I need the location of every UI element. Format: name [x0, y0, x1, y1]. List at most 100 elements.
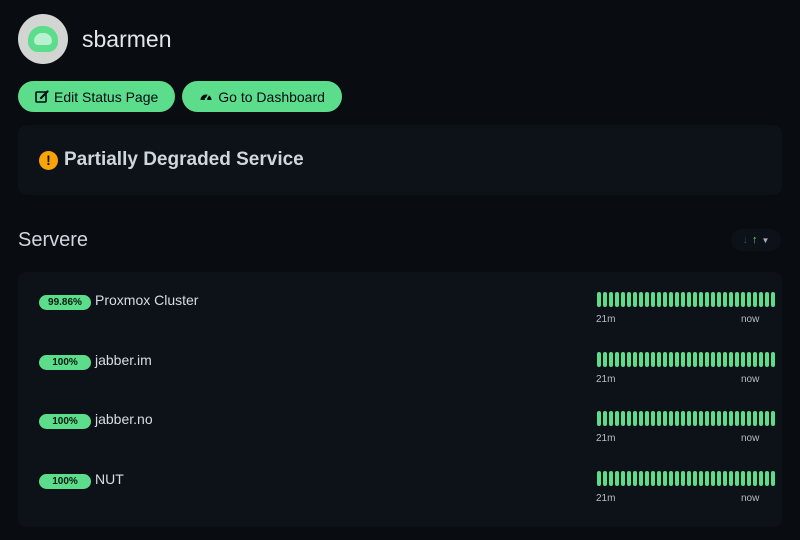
heartbeat-beat[interactable]: [705, 411, 709, 426]
heartbeat-beat[interactable]: [711, 411, 715, 426]
heartbeat-beat[interactable]: [615, 471, 619, 486]
heartbeat-beat[interactable]: [657, 292, 661, 307]
heartbeat-beat[interactable]: [723, 352, 727, 367]
heartbeat-beat[interactable]: [651, 292, 655, 307]
heartbeat-beat[interactable]: [729, 411, 733, 426]
heartbeat-beat[interactable]: [723, 471, 727, 486]
heartbeat-beat[interactable]: [693, 471, 697, 486]
heartbeat-beat[interactable]: [699, 292, 703, 307]
heartbeat-beat[interactable]: [747, 411, 751, 426]
heartbeat-beat[interactable]: [741, 352, 745, 367]
heartbeat-beat[interactable]: [675, 352, 679, 367]
heartbeat-beat[interactable]: [597, 292, 601, 307]
heartbeat-beat[interactable]: [621, 292, 625, 307]
heartbeat-beat[interactable]: [615, 411, 619, 426]
heartbeat-beat[interactable]: [639, 292, 643, 307]
heartbeat-beat[interactable]: [663, 292, 667, 307]
heartbeat-beat[interactable]: [699, 411, 703, 426]
heartbeat-beat[interactable]: [681, 352, 685, 367]
sort-dropdown-button[interactable]: ↓ ↑ ▼: [731, 229, 781, 251]
heartbeat-beat[interactable]: [639, 471, 643, 486]
heartbeat-beat[interactable]: [747, 292, 751, 307]
heartbeat-beat[interactable]: [687, 292, 691, 307]
heartbeat-beat[interactable]: [765, 411, 769, 426]
heartbeat-beat[interactable]: [753, 292, 757, 307]
heartbeat-beat[interactable]: [657, 471, 661, 486]
heartbeat-beat[interactable]: [765, 292, 769, 307]
heartbeat-beat[interactable]: [699, 471, 703, 486]
monitor-name[interactable]: NUT: [95, 471, 124, 487]
heartbeat-beat[interactable]: [735, 411, 739, 426]
heartbeat-beat[interactable]: [699, 352, 703, 367]
heartbeat-beat[interactable]: [729, 292, 733, 307]
heartbeat-beat[interactable]: [729, 352, 733, 367]
heartbeat-beat[interactable]: [669, 411, 673, 426]
heartbeat-beat[interactable]: [717, 292, 721, 307]
heartbeat-beat[interactable]: [645, 471, 649, 486]
heartbeat-beat[interactable]: [771, 352, 775, 367]
heartbeat-beat[interactable]: [597, 471, 601, 486]
go-to-dashboard-button[interactable]: Go to Dashboard: [182, 81, 342, 112]
heartbeat-beat[interactable]: [687, 352, 691, 367]
monitor-row[interactable]: 100% NUT 21m now: [18, 471, 782, 524]
monitor-row[interactable]: 99.86% Proxmox Cluster 21m now: [18, 292, 782, 345]
heartbeat-beat[interactable]: [693, 292, 697, 307]
heartbeat-beat[interactable]: [615, 352, 619, 367]
heartbeat-beat[interactable]: [753, 352, 757, 367]
heartbeat-beat[interactable]: [627, 471, 631, 486]
heartbeat-beat[interactable]: [645, 352, 649, 367]
heartbeat-beat[interactable]: [603, 352, 607, 367]
heartbeat-beat[interactable]: [705, 292, 709, 307]
heartbeat-beat[interactable]: [633, 352, 637, 367]
heartbeat-beat[interactable]: [729, 471, 733, 486]
heartbeat-beat[interactable]: [765, 352, 769, 367]
heartbeat-beat[interactable]: [705, 352, 709, 367]
heartbeat-beat[interactable]: [633, 411, 637, 426]
heartbeat-beat[interactable]: [717, 411, 721, 426]
heartbeat-beat[interactable]: [711, 292, 715, 307]
heartbeat-beat[interactable]: [693, 411, 697, 426]
heartbeat-beat[interactable]: [675, 411, 679, 426]
heartbeat-beat[interactable]: [621, 471, 625, 486]
heartbeat-beat[interactable]: [747, 471, 751, 486]
heartbeat-beat[interactable]: [771, 411, 775, 426]
heartbeat-beat[interactable]: [621, 411, 625, 426]
monitor-name[interactable]: jabber.no: [95, 411, 153, 427]
heartbeat-beat[interactable]: [741, 471, 745, 486]
heartbeat-beat[interactable]: [681, 471, 685, 486]
heartbeat-beat[interactable]: [597, 352, 601, 367]
heartbeat-beat[interactable]: [663, 411, 667, 426]
heartbeat-beat[interactable]: [603, 411, 607, 426]
heartbeat-beat[interactable]: [645, 411, 649, 426]
heartbeat-beat[interactable]: [663, 352, 667, 367]
heartbeat-beat[interactable]: [741, 292, 745, 307]
heartbeat-beat[interactable]: [687, 411, 691, 426]
heartbeat-beat[interactable]: [765, 471, 769, 486]
heartbeat-beat[interactable]: [759, 292, 763, 307]
heartbeat-beat[interactable]: [609, 352, 613, 367]
heartbeat-beat[interactable]: [759, 411, 763, 426]
monitor-row[interactable]: 100% jabber.no 21m now: [18, 411, 782, 464]
heartbeat-beat[interactable]: [669, 471, 673, 486]
heartbeat-beat[interactable]: [651, 352, 655, 367]
heartbeat-beat[interactable]: [735, 352, 739, 367]
heartbeat-beat[interactable]: [675, 292, 679, 307]
heartbeat-beat[interactable]: [669, 292, 673, 307]
heartbeat-beat[interactable]: [609, 292, 613, 307]
heartbeat-beat[interactable]: [771, 292, 775, 307]
monitor-name[interactable]: Proxmox Cluster: [95, 292, 198, 308]
heartbeat-beat[interactable]: [639, 411, 643, 426]
heartbeat-beat[interactable]: [633, 471, 637, 486]
heartbeat-beat[interactable]: [723, 411, 727, 426]
heartbeat-beat[interactable]: [681, 292, 685, 307]
heartbeat-beat[interactable]: [723, 292, 727, 307]
heartbeat-beat[interactable]: [609, 471, 613, 486]
heartbeat-beat[interactable]: [693, 352, 697, 367]
heartbeat-beat[interactable]: [753, 411, 757, 426]
heartbeat-beat[interactable]: [663, 471, 667, 486]
heartbeat-beat[interactable]: [639, 352, 643, 367]
heartbeat-beat[interactable]: [753, 471, 757, 486]
heartbeat-beat[interactable]: [717, 352, 721, 367]
heartbeat-beat[interactable]: [633, 292, 637, 307]
heartbeat-beat[interactable]: [705, 471, 709, 486]
